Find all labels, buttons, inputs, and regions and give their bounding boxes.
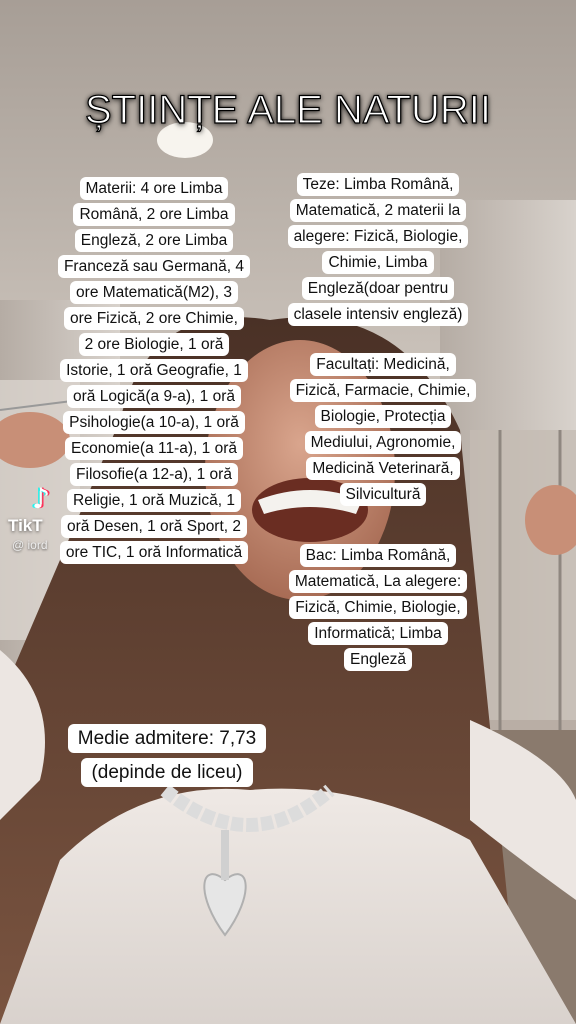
caption-line: Istorie, 1 oră Geografie, 1 bbox=[60, 359, 248, 382]
caption-line: Mediului, Agronomie, bbox=[304, 431, 462, 454]
caption-line: Engleză bbox=[343, 648, 412, 671]
caption-line: Fizică, Chimie, Biologie, bbox=[289, 596, 467, 619]
caption-line: Matematică, 2 materii la bbox=[289, 199, 467, 222]
caption-line: Materii: 4 ore Limba bbox=[79, 177, 229, 200]
video-title: ȘTIINȚE ALE NATURII bbox=[84, 87, 491, 132]
caption-line: (depinde de liceu) bbox=[81, 758, 253, 787]
caption-bac: Bac: Limba Română, Matematică, La alegere… bbox=[266, 543, 490, 673]
caption-line: Medie admitere: 7,73 bbox=[67, 724, 267, 753]
caption-line: Filosofie(a 12-a), 1 oră bbox=[70, 463, 238, 486]
watermark-handle: @ iord bbox=[12, 538, 48, 552]
caption-line: Informatică; Limba bbox=[308, 622, 448, 645]
caption-line: Religie, 1 oră Muzică, 1 bbox=[67, 489, 241, 512]
caption-medie: Medie admitere: 7,73 (depinde de liceu) bbox=[56, 722, 278, 790]
caption-line: Matematică, La alegere: bbox=[288, 570, 468, 593]
caption-line: Fizică, Farmacie, Chimie, bbox=[289, 379, 477, 402]
caption-line: 2 ore Biologie, 1 oră bbox=[78, 333, 230, 356]
caption-line: oră Logică(a 9-a), 1 oră bbox=[67, 385, 241, 408]
caption-line: Biologie, Protecția bbox=[314, 405, 452, 428]
caption-line: Facultați: Medicină, bbox=[310, 353, 456, 376]
caption-line: oră Desen, 1 oră Sport, 2 bbox=[60, 515, 248, 538]
caption-line: Franceză sau Germană, 4 bbox=[57, 255, 251, 278]
caption-line: ore TIC, 1 oră Informatică bbox=[59, 541, 249, 564]
caption-materii: Materii: 4 ore Limba Română, 2 ore Limba E… bbox=[48, 176, 260, 566]
caption-facultati: Facultați: Medicină, Fizică, Farmacie, Ch… bbox=[272, 352, 494, 508]
caption-line: Română, 2 ore Limba bbox=[73, 203, 235, 226]
caption-line: Engleză, 2 ore Limba bbox=[74, 229, 234, 252]
caption-line: Bac: Limba Română, bbox=[299, 544, 457, 567]
caption-line: Psihologie(a 10-a), 1 oră bbox=[63, 411, 245, 434]
caption-line: ore Matematică(M2), 3 bbox=[70, 281, 238, 304]
watermark-brand: TikT bbox=[8, 516, 43, 535]
caption-teze: Teze: Limba Română, Matematică, 2 materii… bbox=[272, 172, 484, 328]
caption-line: Engleză(doar pentru bbox=[301, 277, 455, 300]
caption-line: ore Fizică, 2 ore Chimie, bbox=[64, 307, 244, 330]
caption-line: Medicină Veterinară, bbox=[306, 457, 460, 480]
caption-line: Economie(a 11-a), 1 oră bbox=[65, 437, 243, 460]
caption-line: alegere: Fizică, Biologie, bbox=[287, 225, 469, 248]
caption-line: Chimie, Limba bbox=[322, 251, 434, 274]
caption-line: Teze: Limba Română, bbox=[296, 173, 460, 196]
caption-line: Silvicultură bbox=[339, 483, 427, 506]
caption-line: clasele intensiv engleză) bbox=[287, 303, 469, 326]
